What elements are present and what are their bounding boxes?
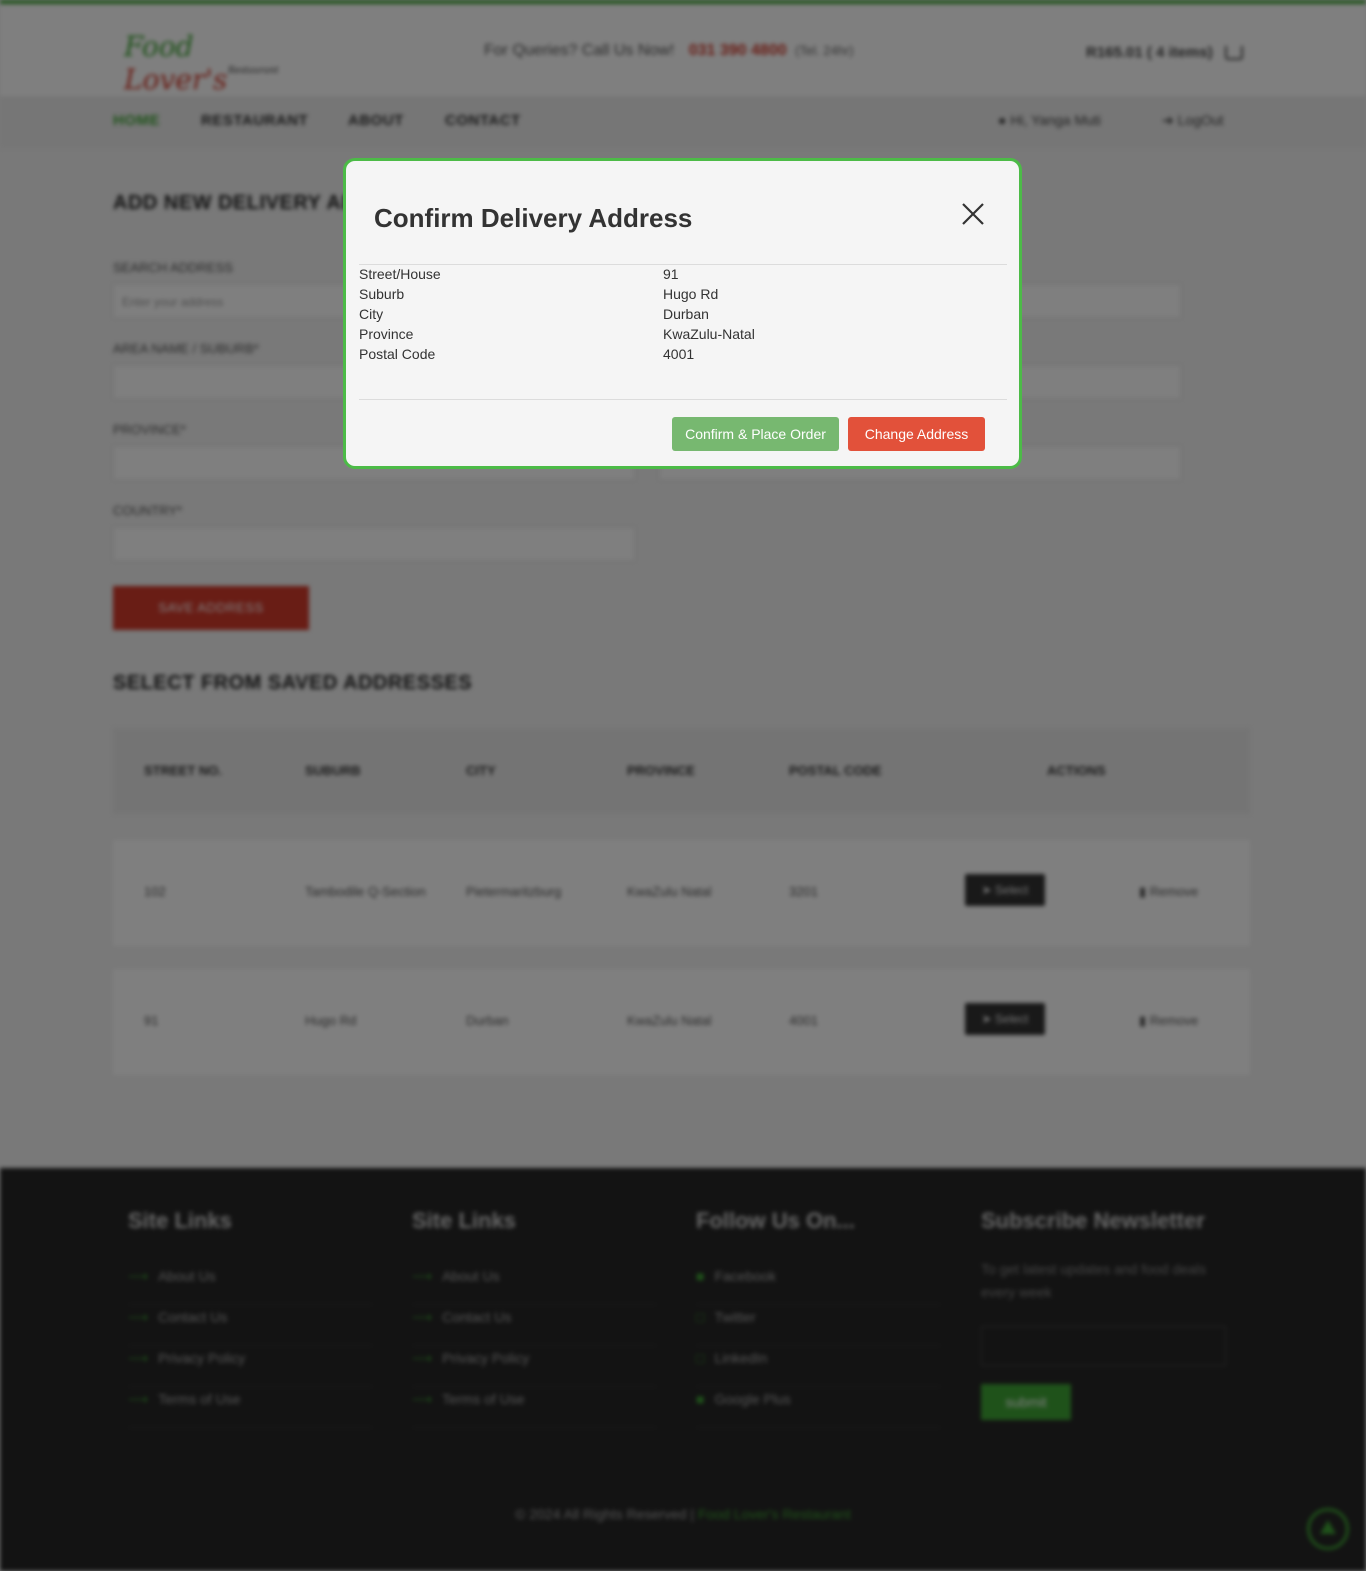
info-value: Hugo Rd: [663, 286, 719, 302]
info-label: Postal Code: [359, 346, 436, 362]
info-label: Suburb: [359, 286, 405, 302]
info-label: Province: [359, 326, 414, 342]
confirm-address-modal: Confirm Delivery Address Street/House 91…: [343, 158, 1022, 469]
info-value: Durban: [663, 306, 709, 322]
info-label: City: [359, 306, 384, 322]
info-row-province: Province KwaZulu-Natal: [359, 326, 1007, 346]
info-row-suburb: Suburb Hugo Rd: [359, 286, 1007, 306]
modal-title: Confirm Delivery Address: [374, 203, 693, 233]
info-label: Street/House: [359, 266, 441, 282]
info-value: 4001: [663, 346, 695, 362]
info-row-postal-code: Postal Code 4001: [359, 346, 1007, 366]
modal-divider: [359, 264, 1007, 265]
modal-footer-divider: [359, 399, 1007, 400]
confirm-place-order-button[interactable]: Confirm & Place Order: [672, 417, 839, 451]
info-value: 91: [663, 266, 679, 282]
close-icon[interactable]: [960, 201, 986, 227]
info-row-street: Street/House 91: [359, 266, 1007, 286]
info-value: KwaZulu-Natal: [663, 326, 755, 342]
change-address-button[interactable]: Change Address: [848, 417, 985, 451]
info-row-city: City Durban: [359, 306, 1007, 326]
